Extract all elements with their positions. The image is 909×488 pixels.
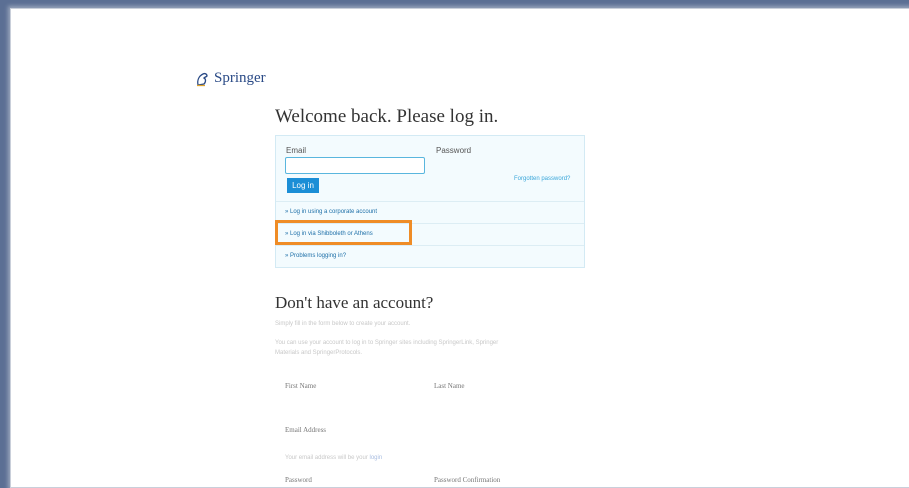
problems-logging-in-link[interactable]: » Problems logging in? (276, 245, 584, 266)
email-input[interactable] (285, 157, 425, 174)
email-address-label: Email Address (285, 426, 327, 434)
email-hint-text: Your email address will be your (285, 455, 368, 461)
last-name-label: Last Name (434, 382, 465, 390)
browser-page: Springer Welcome back. Please log in. Em… (10, 8, 909, 488)
logo-text: Springer (214, 70, 266, 86)
register-title: Don't have an account? (275, 293, 434, 312)
corporate-login-link[interactable]: » Log in using a corporate account (276, 201, 584, 222)
email-hint: Your email address will be your login (285, 455, 382, 461)
email-hint-link[interactable]: login (370, 455, 383, 461)
highlight-box (275, 220, 412, 245)
first-name-label: First Name (285, 382, 317, 390)
springer-horse-icon (197, 72, 208, 86)
register-intro: Simply fill in the form below to create … (275, 321, 411, 327)
register-intro-line2: You can use your account to log in to Sp… (275, 340, 499, 346)
password-label: Password (436, 146, 472, 155)
login-panel: Email Password Log in Forgotten password… (275, 135, 585, 268)
login-button[interactable]: Log in (287, 178, 319, 193)
springer-logo[interactable]: Springer (194, 70, 266, 87)
email-label: Email (286, 146, 307, 155)
login-title: Welcome back. Please log in. (275, 106, 499, 127)
forgot-password-link[interactable]: Forgotten password? (514, 176, 570, 182)
register-intro-line3: Materials and SpringerProtocols. (275, 350, 363, 356)
